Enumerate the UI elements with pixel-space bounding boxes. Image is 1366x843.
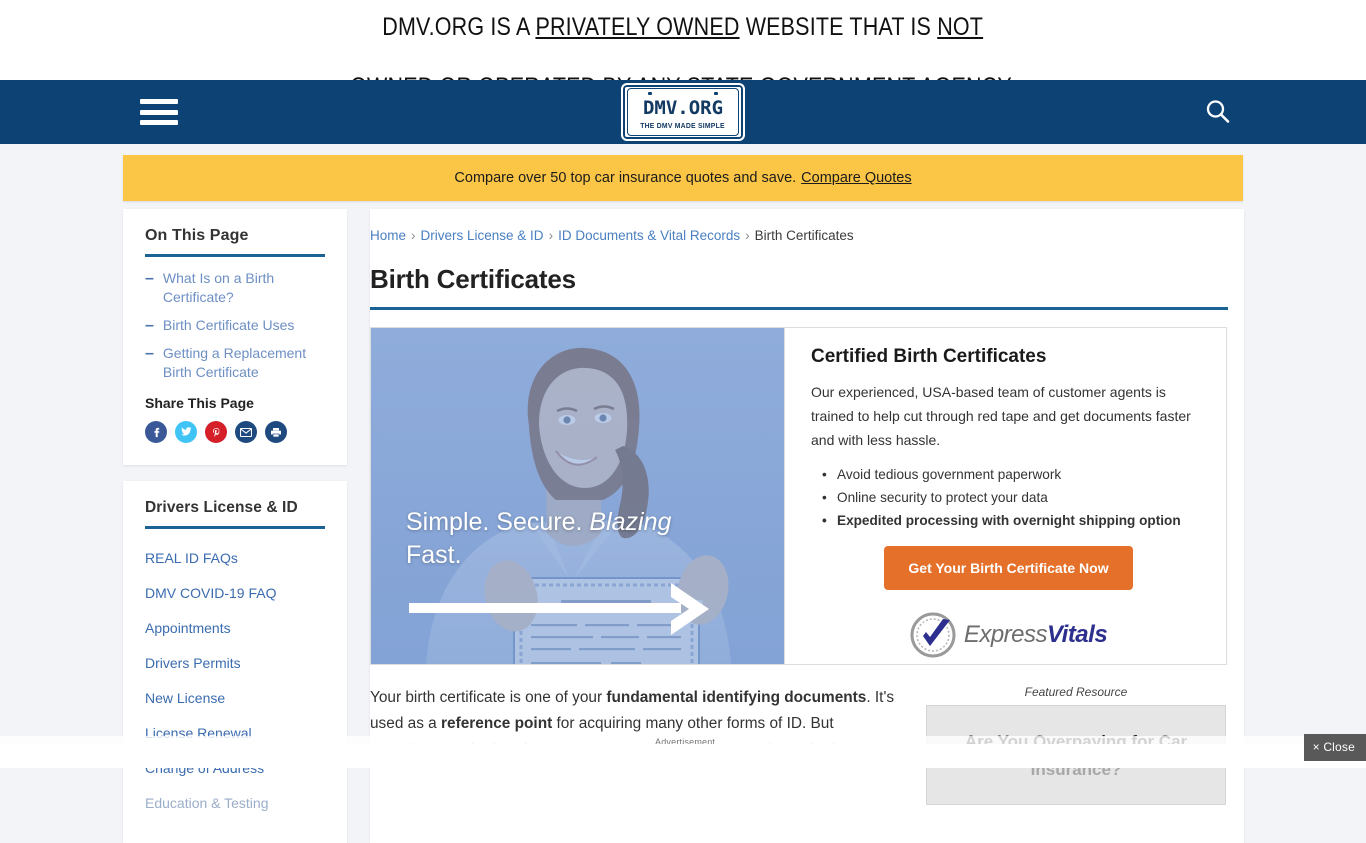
disclaimer-emphasis-not: NOT <box>937 13 984 41</box>
compare-quotes-link[interactable]: Compare Quotes <box>801 170 911 186</box>
page-title-underline <box>370 307 1228 310</box>
sidebar-item-appointments[interactable]: Appointments <box>145 611 325 646</box>
ad-benefits-list: Avoid tedious government paperwork Onlin… <box>811 463 1206 532</box>
on-this-page-title: On This Page <box>145 227 249 244</box>
facebook-icon[interactable] <box>145 421 167 443</box>
page-layout: On This Page – What Is on a Birth Certif… <box>123 209 1244 843</box>
hamburger-bar <box>140 99 178 104</box>
title-rule <box>145 254 325 257</box>
express-vitals-wordmark: ExpressVitals <box>963 621 1108 649</box>
share-this-page-label: Share This Page <box>145 395 254 411</box>
on-this-page-card: On This Page – What Is on a Birth Certif… <box>123 209 347 465</box>
article-paragraph: Your birth certificate is one of your fu… <box>370 685 910 805</box>
body-seg-5: for acquiring many other forms of ID. Bu… <box>552 715 834 732</box>
checkmark-seal-icon <box>910 612 956 658</box>
breadcrumb-current: Birth Certificates <box>754 228 854 243</box>
toc-item[interactable]: – What Is on a Birth Certificate? <box>145 269 325 307</box>
title-rule <box>145 526 325 529</box>
hamburger-icon[interactable] <box>140 99 178 125</box>
hamburger-bar <box>140 109 178 115</box>
disclaimer-emphasis-privately-owned: PRIVATELY OWNED <box>535 13 740 41</box>
print-icon[interactable] <box>265 421 287 443</box>
body-bold-reference-point: reference point <box>441 715 553 732</box>
hamburger-bar <box>140 120 178 125</box>
email-icon[interactable] <box>235 421 257 443</box>
breadcrumb-home[interactable]: Home <box>370 228 406 243</box>
brand-word-vitals: Vitals <box>1047 621 1108 648</box>
featured-resource-heading: Are You Overpaying for Car Insurance? <box>943 728 1209 784</box>
hero-line1: Simple. Secure. <box>406 508 590 536</box>
ad-paragraph: Our experienced, USA-based team of custo… <box>811 384 1191 448</box>
featured-heading-line1: Are You Overpaying for Car <box>964 732 1188 751</box>
promo-text: Compare over 50 top car insurance quotes… <box>454 170 797 186</box>
toc-link[interactable]: What Is on a Birth Certificate? <box>163 269 325 307</box>
ad-hero-image[interactable]: Simple. Secure. Blazing Fast. <box>371 328 784 664</box>
drivers-license-nav-card: Drivers License & ID REAL ID FAQs DMV CO… <box>123 481 347 843</box>
sidebar-item-drivers-permits[interactable]: Drivers Permits <box>145 646 325 681</box>
twitter-icon[interactable] <box>175 421 197 443</box>
sidebar-item-real-id-faqs[interactable]: REAL ID FAQs <box>145 541 325 576</box>
page-title: Birth Certificates <box>370 264 576 294</box>
sidebar-item-new-license[interactable]: New License <box>145 681 325 716</box>
logo-tagline: THE DMV MADE SIMPLE <box>640 121 726 130</box>
dash-icon: – <box>145 317 154 334</box>
ad-benefit-item: Avoid tedious government paperwork <box>811 463 1206 486</box>
brand-word-express: Express <box>963 621 1048 648</box>
body-seg-1: Your birth certificate is one of your <box>370 689 607 706</box>
express-vitals-logo: ExpressVitals <box>811 612 1206 658</box>
breadcrumb-id-documents[interactable]: ID Documents & Vital Records <box>558 228 740 243</box>
body-bold-fundamental: fundamental identifying documents <box>606 689 867 706</box>
ad-heading: Certified Birth Certificates <box>811 346 1047 367</box>
featured-resource-label: Featured Resource <box>1024 685 1128 699</box>
logo-plate-inner: DMV.ORG THE DMV MADE SIMPLE <box>627 88 739 136</box>
sidebar-item-license-renewal[interactable]: License Renewal <box>145 716 325 751</box>
ad-hero-text: Simple. Secure. Blazing Fast. <box>406 506 736 572</box>
disclaimer-line1-pre: DMV.ORG IS A <box>382 13 536 41</box>
disclaimer-line1-mid: WEBSITE THAT IS <box>739 13 938 41</box>
article-body-area: Your birth certificate is one of your fu… <box>370 685 1228 805</box>
sponsored-ad-unit[interactable]: Simple. Secure. Blazing Fast. Certified … <box>370 327 1227 665</box>
dash-icon: – <box>145 270 154 287</box>
sidebar: On This Page – What Is on a Birth Certif… <box>123 209 347 843</box>
search-icon[interactable] <box>1203 97 1233 127</box>
sidebar-item-education-testing[interactable]: Education & Testing <box>145 786 325 821</box>
main-inner: Home › Drivers License & ID › ID Documents &… <box>370 223 1228 805</box>
right-arrow-icon <box>409 581 739 637</box>
sidebar-item-change-of-address[interactable]: Change of Address <box>145 751 325 786</box>
featured-resource: Featured Resource Are You Overpaying for… <box>926 685 1226 805</box>
toc-link[interactable]: Birth Certificate Uses <box>163 316 294 335</box>
hero-line2: Fast. <box>406 541 462 569</box>
advertisement-label: Advertisement <box>655 737 716 747</box>
pinterest-icon[interactable] <box>205 421 227 443</box>
featured-resource-box[interactable]: Are You Overpaying for Car Insurance? <box>926 705 1226 805</box>
toc-link[interactable]: Getting a Replacement Birth Certificate <box>163 344 325 382</box>
hero-emphasis: Blazing <box>589 508 672 536</box>
close-ad-button[interactable]: × Close <box>1303 734 1366 761</box>
body-seg-6-faded: sometimes—whether due to a move, a natur… <box>370 741 836 758</box>
breadcrumb-separator: › <box>411 228 416 243</box>
logo-wordmark: DMV.ORG <box>642 97 724 119</box>
toc-item[interactable]: – Birth Certificate Uses <box>145 316 325 335</box>
featured-heading-line2: Insurance? <box>1030 760 1122 779</box>
ad-benefit-item: Expedited processing with overnight ship… <box>811 509 1206 532</box>
site-header: DMV.ORG THE DMV MADE SIMPLE <box>0 80 1366 144</box>
sidebar-item-dmv-covid-19-faq[interactable]: DMV COVID-19 FAQ <box>145 576 325 611</box>
main-content: Home › Drivers License & ID › ID Documents &… <box>370 209 1244 843</box>
breadcrumb-separator: › <box>745 228 750 243</box>
breadcrumb-drivers-license[interactable]: Drivers License & ID <box>421 228 544 243</box>
dash-icon: – <box>145 345 154 362</box>
share-icon-row <box>145 421 325 443</box>
breadcrumb: Home › Drivers License & ID › ID Documents &… <box>370 223 1228 243</box>
ad-copy-panel: Certified Birth Certificates Our experie… <box>784 328 1226 664</box>
site-logo[interactable]: DMV.ORG THE DMV MADE SIMPLE <box>621 83 745 141</box>
get-birth-certificate-button[interactable]: Get Your Birth Certificate Now <box>884 546 1133 590</box>
insurance-promo-banner[interactable]: Compare over 50 top car insurance quotes… <box>123 155 1243 201</box>
disclaimer-banner: DMV.ORG IS A PRIVATELY OWNED WEBSITE THA… <box>0 0 1366 101</box>
ad-benefit-item: Online security to protect your data <box>811 486 1206 509</box>
breadcrumb-separator: › <box>548 228 554 243</box>
nav-title: Drivers License & ID <box>145 499 298 516</box>
toc-item[interactable]: – Getting a Replacement Birth Certificat… <box>145 344 325 382</box>
